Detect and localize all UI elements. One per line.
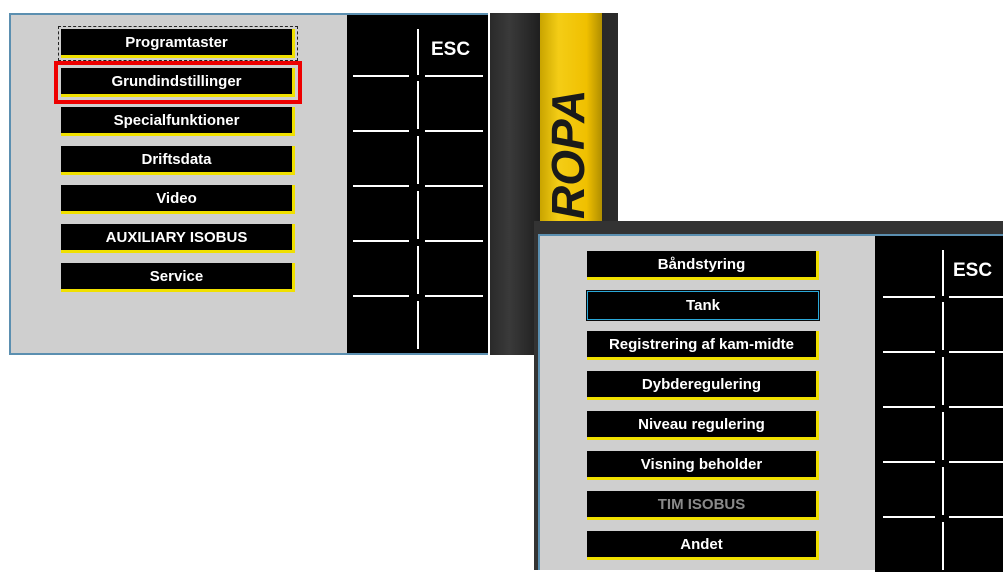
softkey-divider <box>425 185 483 187</box>
softkey-divider <box>425 75 483 77</box>
settings-screen: Båndstyring Tank Registrering af kam-mid… <box>538 234 1003 572</box>
menu-button-programtaster[interactable]: Programtaster <box>58 26 298 61</box>
main-menu-list: Programtaster Grundindstillinger Special… <box>58 26 298 302</box>
menu-button-video[interactable]: Video <box>61 185 295 214</box>
softkey-divider <box>425 130 483 132</box>
softkey-divider <box>353 240 409 242</box>
softkey-column: ESC <box>347 15 488 353</box>
softkey-divider <box>949 351 1003 353</box>
softkey-divider <box>417 136 419 184</box>
main-menu-screen: Programtaster Grundindstillinger Special… <box>9 13 488 355</box>
softkey-divider <box>417 301 419 349</box>
softkey-divider <box>425 295 483 297</box>
softkey-divider <box>883 296 935 298</box>
menu-button-auxiliary-isobus[interactable]: AUXILIARY ISOBUS <box>61 224 295 253</box>
softkey-divider <box>883 461 935 463</box>
menu-button-registrering-kam-midte[interactable]: Registrering af kam-midte <box>587 331 819 360</box>
softkey-divider <box>417 246 419 294</box>
softkey-divider <box>949 406 1003 408</box>
softkey-divider <box>883 406 935 408</box>
softkey-divider <box>942 250 944 296</box>
softkey-divider <box>883 516 935 518</box>
menu-button-dybderegulering[interactable]: Dybderegulering <box>587 371 819 400</box>
menu-button-service[interactable]: Service <box>61 263 295 292</box>
menu-button-specialfunktioner[interactable]: Specialfunktioner <box>61 107 295 136</box>
softkey-divider <box>949 516 1003 518</box>
esc-softkey[interactable]: ESC <box>431 39 470 61</box>
softkey-divider <box>942 412 944 460</box>
ropa-logo: ROPA <box>542 90 594 220</box>
softkey-divider <box>353 295 409 297</box>
menu-button-visning-beholder[interactable]: Visning beholder <box>587 451 819 480</box>
softkey-divider <box>353 130 409 132</box>
softkey-column: ESC <box>875 236 1003 572</box>
softkey-divider <box>949 461 1003 463</box>
menu-button-baandstyring[interactable]: Båndstyring <box>587 251 819 280</box>
softkey-divider <box>417 29 419 75</box>
softkey-divider <box>425 240 483 242</box>
softkey-divider <box>942 467 944 515</box>
menu-button-tim-isobus: TIM ISOBUS <box>587 491 819 520</box>
softkey-divider <box>417 81 419 129</box>
ropa-logo-text: ROPA <box>542 90 594 220</box>
softkey-divider <box>417 191 419 239</box>
menu-button-niveau-regulering[interactable]: Niveau regulering <box>587 411 819 440</box>
softkey-divider <box>353 75 409 77</box>
softkey-divider <box>883 351 935 353</box>
softkey-divider <box>942 357 944 405</box>
softkey-divider <box>949 296 1003 298</box>
softkey-divider <box>942 522 944 570</box>
esc-softkey[interactable]: ESC <box>953 260 992 282</box>
menu-button-tank[interactable]: Tank <box>586 290 820 321</box>
softkey-divider <box>353 185 409 187</box>
menu-button-driftsdata[interactable]: Driftsdata <box>61 146 295 175</box>
settings-screen-frame: Båndstyring Tank Registrering af kam-mid… <box>534 221 1003 572</box>
settings-menu-list: Båndstyring Tank Registrering af kam-mid… <box>586 251 820 571</box>
menu-button-andet[interactable]: Andet <box>587 531 819 560</box>
softkey-divider <box>942 302 944 350</box>
menu-button-grundindstillinger[interactable]: Grundindstillinger <box>61 68 295 97</box>
